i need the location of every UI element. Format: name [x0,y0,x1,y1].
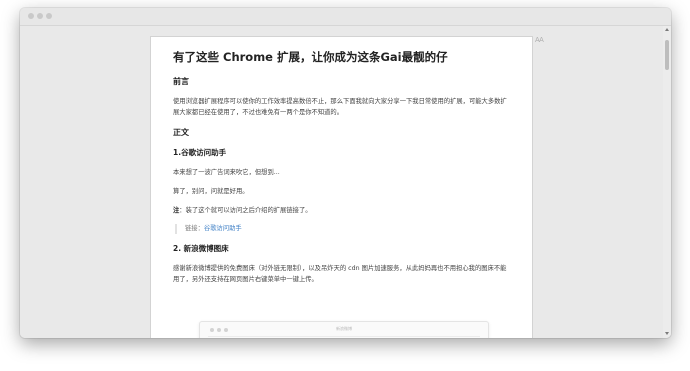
item2-paragraph: 感谢新浪微博提供的免费图床（对外链无限制），以及吊炸天的 cdn 图片加速服务，… [173,265,507,283]
item2-heading: 2. 新浪微博图床 [173,244,229,253]
article-page: 有了这些 Chrome 扩展，让你成为这条Gai最靓的仔 前言 使用浏览器扩展程… [150,36,533,338]
font-size-toggle[interactable]: AA [535,37,544,44]
item1-paragraph-2: 算了，别问，问就是好用。 [173,188,249,195]
link-quote: 链接：谷歌访问助手 [175,224,510,234]
article-title: 有了这些 Chrome 扩展，让你成为这条Gai最靓的仔 [173,50,448,64]
arrow-down-icon[interactable] [665,332,669,335]
vertical-scrollbar[interactable] [663,26,671,338]
body-heading: 正文 [173,128,189,137]
embedded-title: 新浪微博 [336,326,352,331]
scrollbar-thumb[interactable] [665,40,669,70]
arrow-up-icon[interactable] [665,28,669,31]
note-text: ：装了这个就可以访问之后介绍的扩展链接了。 [179,207,312,214]
preface-paragraph: 使用浏览器扩展程序可以使你的工作效率提高数倍不止，那么下面我就向大家分享一下我日… [173,98,507,116]
window-minimize-icon[interactable] [37,13,43,19]
preface-heading: 前言 [173,77,189,86]
browser-window: 有了这些 Chrome 扩展，让你成为这条Gai最靓的仔 前言 使用浏览器扩展程… [20,8,671,338]
reader-viewport: 有了这些 Chrome 扩展，让你成为这条Gai最靓的仔 前言 使用浏览器扩展程… [20,26,671,338]
window-close-icon[interactable] [28,13,34,19]
title-bar [20,8,671,26]
embedded-divider [208,336,480,337]
extension-link[interactable]: 谷歌访问助手 [204,225,242,232]
embedded-screenshot: 新浪微博 [199,321,489,338]
item1-paragraph-1: 本来想了一波广告词来吹它，但想到... [173,169,280,176]
link-label: 链接： [185,225,204,232]
item1-note: 注：装了这个就可以访问之后介绍的扩展链接了。 [173,205,510,216]
window-maximize-icon[interactable] [46,13,52,19]
item1-heading: 1.谷歌访问助手 [173,148,227,157]
